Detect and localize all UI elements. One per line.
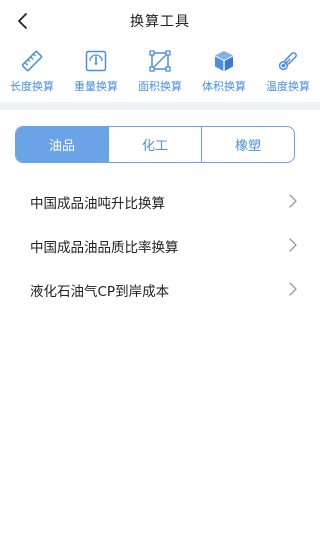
area-icon [147,48,173,74]
section-divider [0,102,320,110]
list-item-label: 中国成品油吨升比换算 [30,196,165,212]
chevron-right-icon [289,282,297,296]
tool-length[interactable]: 长度换算 [0,42,64,102]
list-item-label: 中国成品油品质比率换算 [30,240,179,256]
page-title: 换算工具 [130,14,190,30]
category-tabs: 油品 化工 橡塑 [15,126,295,163]
tool-area[interactable]: 面积换算 [128,42,192,102]
tab-oil[interactable]: 油品 [16,127,108,162]
tab-chemical[interactable]: 化工 [108,127,201,162]
tool-volume-label: 体积换算 [202,80,246,93]
tool-area-label: 面积换算 [138,80,182,93]
tool-length-label: 长度换算 [10,80,54,93]
chevron-right-icon [289,238,297,252]
tool-weight[interactable]: 重量换算 [64,42,128,102]
ruler-icon [19,48,45,74]
tool-weight-label: 重量换算 [74,80,118,93]
tool-volume[interactable]: 体积换算 [192,42,256,102]
converter-toolbar: 长度换算 重量换算 面积换算 体积换算 温度换算 [0,42,320,102]
tool-temperature-label: 温度换算 [266,80,310,93]
thermometer-icon [275,48,301,74]
cube-icon [211,48,237,74]
tab-rubber-plastic[interactable]: 橡塑 [201,127,294,162]
list-item-label: 液化石油气CP到岸成本 [30,284,170,300]
scale-icon [83,48,109,74]
header-bar: 换算工具 [0,0,320,42]
converter-list: 中国成品油吨升比换算 中国成品油品质比率换算 液化石油气CP到岸成本 [0,180,320,312]
list-item[interactable]: 液化石油气CP到岸成本 [0,268,320,312]
chevron-right-icon [289,194,297,208]
list-item[interactable]: 中国成品油品质比率换算 [0,224,320,268]
tool-temperature[interactable]: 温度换算 [256,42,320,102]
list-item[interactable]: 中国成品油吨升比换算 [0,180,320,224]
